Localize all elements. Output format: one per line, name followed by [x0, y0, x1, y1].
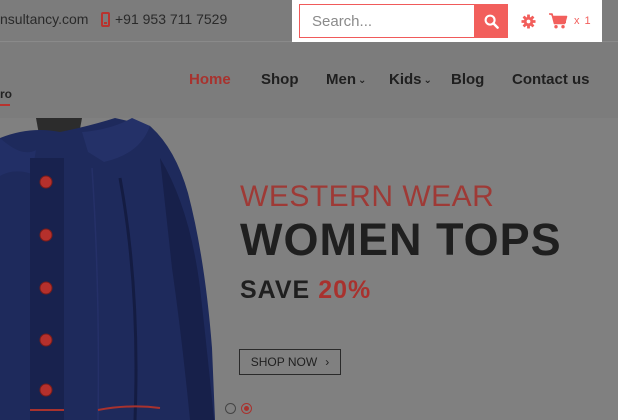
- gear-icon[interactable]: [521, 14, 536, 29]
- logo-underline: [0, 104, 10, 106]
- search-input[interactable]: [299, 4, 474, 38]
- hero-product-image[interactable]: [0, 118, 230, 420]
- hero-headline: WOMEN TOPS: [240, 214, 562, 265]
- offer-percent: 20%: [318, 276, 372, 304]
- shop-now-label: SHOP NOW: [250, 355, 318, 369]
- hero-eyebrow: WESTERN WEAR: [240, 180, 495, 213]
- nav-item-shop[interactable]: Shop: [261, 71, 299, 88]
- contact-email[interactable]: nsultancy.com: [0, 11, 88, 27]
- nav-label: Shop: [261, 71, 299, 88]
- nav-item-contact[interactable]: Contact us: [512, 71, 590, 88]
- contact-phone[interactable]: +91 953 711 7529: [101, 11, 227, 27]
- cart-icon: [549, 13, 568, 29]
- chevron-down-icon: ⌄: [423, 75, 432, 86]
- slider-dot[interactable]: [225, 403, 236, 414]
- nav-label: Home: [189, 71, 231, 88]
- hero-slider: WESTERN WEAR WOMEN TOPS SAVE 20% SHOP NO…: [0, 118, 618, 420]
- cart-button[interactable]: x 1: [549, 13, 592, 29]
- nav-item-home[interactable]: Home: [189, 71, 231, 88]
- nav-label: Men: [326, 71, 356, 88]
- nav-item-blog[interactable]: Blog: [451, 71, 484, 88]
- phone-icon: [101, 11, 110, 27]
- nav-label: Kids: [389, 71, 422, 88]
- search-button[interactable]: [474, 4, 508, 38]
- shop-now-button[interactable]: SHOP NOW ›: [239, 349, 341, 375]
- logo[interactable]: ro: [0, 87, 12, 101]
- chevron-right-icon: ›: [325, 355, 330, 369]
- search-icon: [484, 14, 499, 29]
- nav-item-kids[interactable]: Kids ⌄: [389, 71, 432, 88]
- chevron-down-icon: ⌄: [358, 75, 367, 86]
- offer-prefix: SAVE: [240, 276, 311, 304]
- slider-dot-active[interactable]: [241, 403, 252, 414]
- hero-offer: SAVE 20%: [240, 276, 371, 305]
- phone-number: +91 953 711 7529: [115, 11, 228, 27]
- nav-label: Contact us: [512, 71, 590, 88]
- nav-item-men[interactable]: Men ⌄: [326, 71, 366, 88]
- search-form: [299, 4, 508, 38]
- cart-count: x 1: [574, 15, 592, 27]
- main-nav: ro Home Shop Men ⌄ Kids ⌄ Blog Contact u…: [0, 43, 618, 118]
- nav-label: Blog: [451, 71, 485, 88]
